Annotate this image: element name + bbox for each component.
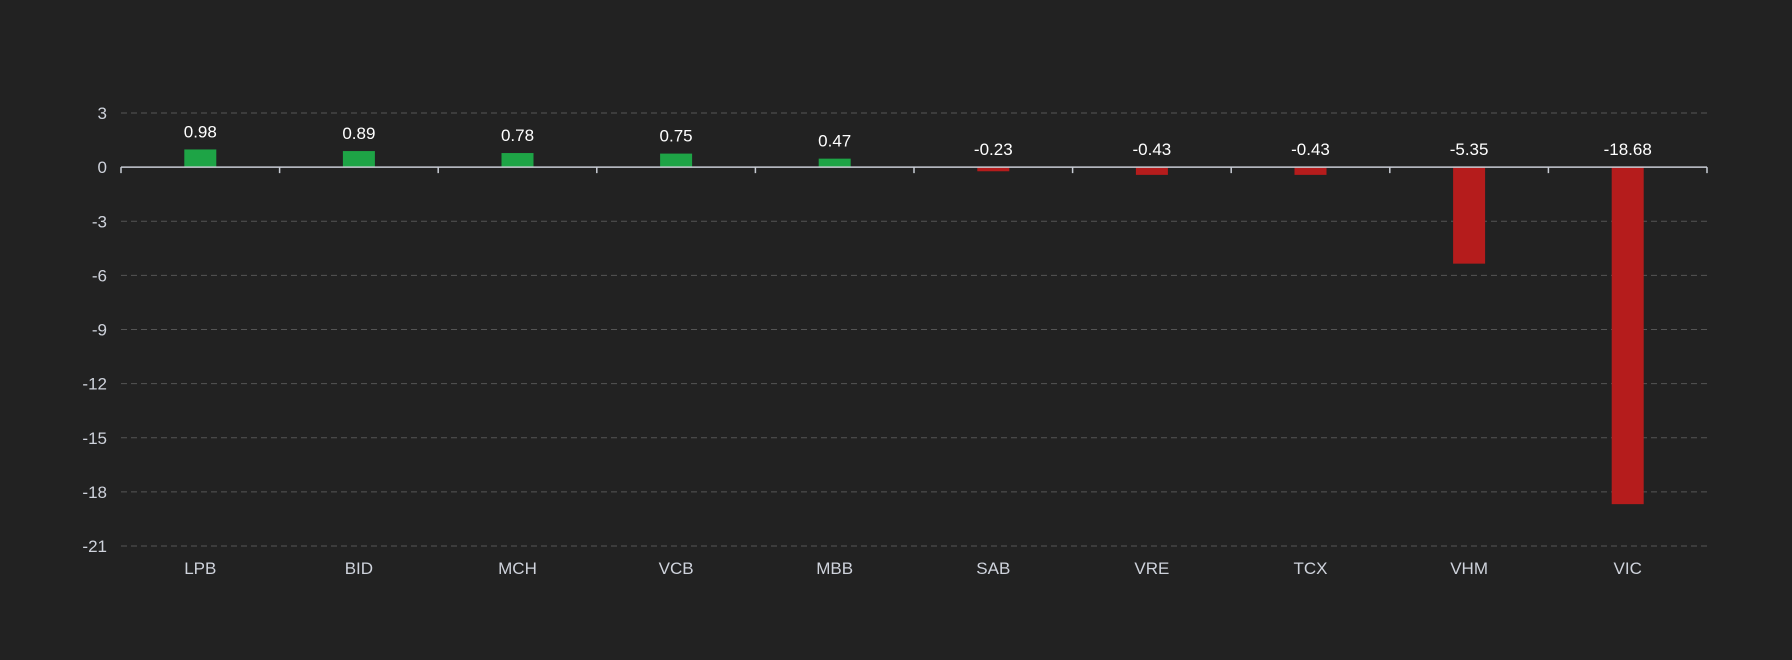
y-tick-label: -9 bbox=[92, 321, 107, 340]
y-tick-label: -3 bbox=[92, 212, 107, 231]
value-label: 0.47 bbox=[818, 132, 851, 151]
x-tick-label: SAB bbox=[976, 559, 1010, 578]
x-tick-label: TCX bbox=[1294, 559, 1328, 578]
x-tick-label: MCH bbox=[498, 559, 537, 578]
bar-tcx[interactable] bbox=[1294, 167, 1327, 175]
bar-vcb[interactable] bbox=[660, 153, 693, 168]
x-tick-label: LPB bbox=[184, 559, 216, 578]
y-tick-label: 0 bbox=[98, 158, 107, 177]
bar-vic[interactable] bbox=[1611, 167, 1644, 505]
bar-chart: 3 0 -3 -6 -9 -12 -15 -18 -21 LPB BID MCH VCB MBB SAB V… bbox=[82, 104, 1708, 578]
x-tick-label: VIC bbox=[1614, 559, 1642, 578]
bar-mbb[interactable] bbox=[818, 158, 851, 168]
y-tick-label: -6 bbox=[92, 266, 107, 285]
bar-bid[interactable] bbox=[342, 151, 375, 168]
value-label: 0.89 bbox=[342, 124, 375, 143]
y-axis: 3 0 -3 -6 -9 -12 -15 -18 -21 bbox=[82, 104, 107, 556]
x-tick-label: VRE bbox=[1134, 559, 1169, 578]
data-labels: 0.98 0.89 0.78 0.75 0.47 -0.23 -0.43 -0.43 -5.35… bbox=[184, 122, 1652, 159]
value-label: -0.23 bbox=[974, 140, 1013, 159]
y-tick-label: -21 bbox=[82, 537, 107, 556]
value-label: 0.75 bbox=[660, 127, 693, 146]
bars bbox=[184, 149, 1644, 505]
y-tick-label: -18 bbox=[82, 483, 107, 502]
value-label: -0.43 bbox=[1133, 140, 1172, 159]
x-tick-label: VHM bbox=[1450, 559, 1488, 578]
x-tick-label: VCB bbox=[659, 559, 694, 578]
value-label: 0.98 bbox=[184, 122, 217, 141]
bar-vhm[interactable] bbox=[1453, 167, 1486, 264]
bar-mch[interactable] bbox=[501, 153, 534, 168]
bar-vre[interactable] bbox=[1135, 167, 1168, 175]
y-tick-label: -15 bbox=[82, 429, 107, 448]
value-label: -5.35 bbox=[1450, 140, 1489, 159]
x-tick-label: MBB bbox=[816, 559, 853, 578]
chart-container: 3 0 -3 -6 -9 -12 -15 -18 -21 LPB BID MCH VCB MBB SAB V… bbox=[0, 0, 1792, 660]
value-label: 0.78 bbox=[501, 126, 534, 145]
value-label: -0.43 bbox=[1291, 140, 1330, 159]
x-tick-label: BID bbox=[345, 559, 373, 578]
value-label: -18.68 bbox=[1604, 140, 1652, 159]
bar-lpb[interactable] bbox=[184, 149, 217, 168]
y-tick-label: 3 bbox=[98, 104, 107, 123]
y-tick-label: -12 bbox=[82, 375, 107, 394]
